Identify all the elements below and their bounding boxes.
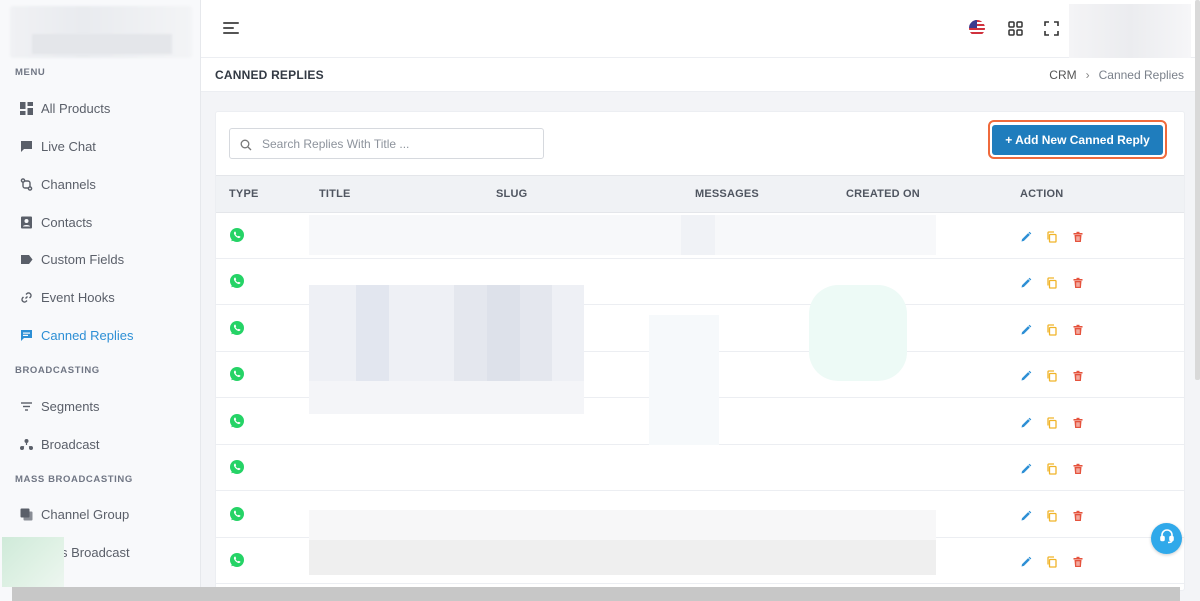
topbar — [201, 0, 1200, 58]
page-title: CANNED REPLIES — [215, 68, 324, 82]
sidebar-item-label: Channels — [41, 176, 96, 192]
delete-icon[interactable] — [1072, 509, 1084, 521]
search-input[interactable] — [262, 136, 522, 151]
section-label-mass-broadcasting: MASS BROADCASTING — [15, 474, 133, 485]
whatsapp-icon — [229, 506, 245, 522]
whatsapp-icon — [229, 459, 245, 475]
fullscreen-icon[interactable] — [1042, 19, 1060, 37]
delete-icon[interactable] — [1072, 369, 1084, 381]
duplicate-icon[interactable] — [1046, 323, 1058, 336]
sidebar-item-live-chat[interactable]: Live Chat — [19, 136, 96, 156]
help-support-button[interactable] — [1151, 523, 1182, 554]
sidebar-item-channel-group[interactable]: Channel Group — [19, 504, 129, 524]
whatsapp-icon — [229, 227, 245, 243]
channels-icon — [19, 177, 33, 191]
duplicate-icon[interactable] — [1046, 555, 1058, 568]
breadcrumb: CRM › Canned Replies — [1049, 68, 1184, 82]
breadcrumb-crm[interactable]: CRM — [1049, 68, 1076, 82]
user-avatar[interactable] — [1069, 4, 1191, 58]
edit-icon[interactable] — [1020, 276, 1032, 288]
redacted-cells — [309, 215, 936, 575]
grid-icon — [19, 101, 33, 115]
logo[interactable] — [10, 6, 192, 58]
sidebar-item-label: Channel Group — [41, 506, 130, 522]
duplicate-icon[interactable] — [1046, 509, 1058, 522]
filter-lines-icon — [19, 399, 33, 413]
avatar — [2, 537, 64, 587]
sidebar-item-label: Segments — [41, 398, 100, 414]
sidebar-item-label: Event Hooks — [41, 289, 115, 305]
link-icon — [19, 290, 33, 304]
column-header-created-on[interactable]: CREATED ON — [846, 188, 920, 200]
sidebar-item-label: Canned Replies — [41, 327, 134, 343]
edit-icon[interactable] — [1020, 462, 1032, 474]
whatsapp-icon — [229, 366, 245, 382]
add-canned-reply-button[interactable]: + Add New Canned Reply — [992, 125, 1163, 155]
edit-icon[interactable] — [1020, 555, 1032, 567]
canned-replies-card: + Add New Canned Reply TYPE TITLE SLUG M… — [215, 111, 1185, 591]
sidebar-item-event-hooks[interactable]: Event Hooks — [19, 287, 115, 307]
duplicate-icon[interactable] — [1046, 416, 1058, 429]
column-header-slug[interactable]: SLUG — [496, 188, 527, 200]
table-header: TYPE TITLE SLUG MESSAGES CREATED ON ACTI… — [216, 175, 1184, 213]
sidebar-item-label: Custom Fields — [41, 251, 125, 267]
delete-icon[interactable] — [1072, 230, 1084, 242]
contacts-book-icon — [19, 215, 33, 229]
edit-icon[interactable] — [1020, 416, 1032, 428]
column-header-type[interactable]: TYPE — [229, 188, 259, 200]
duplicate-icon[interactable] — [1046, 462, 1058, 475]
sidebar-item-mass-broadcast[interactable]: s Broadcast — [61, 542, 130, 562]
message-square-icon — [19, 328, 33, 342]
vertical-scrollbar[interactable] — [1195, 0, 1200, 380]
column-header-messages[interactable]: MESSAGES — [695, 188, 759, 200]
headset-icon — [1159, 528, 1175, 549]
delete-icon[interactable] — [1072, 462, 1084, 474]
search-box — [229, 128, 544, 159]
edit-icon[interactable] — [1020, 509, 1032, 521]
sidebar: MENU All Products Live Chat Channels Con… — [0, 0, 201, 601]
copy-icon — [19, 507, 33, 521]
delete-icon[interactable] — [1072, 416, 1084, 428]
search-icon — [240, 138, 252, 150]
tag-icon — [19, 252, 33, 266]
horizontal-scrollbar[interactable] — [12, 587, 1180, 601]
sidebar-item-custom-fields[interactable]: Custom Fields — [19, 249, 124, 269]
breadcrumb-current: Canned Replies — [1098, 68, 1184, 82]
sidebar-item-contacts[interactable]: Contacts — [19, 212, 92, 232]
whatsapp-icon — [229, 552, 245, 568]
whatsapp-icon — [229, 273, 245, 289]
sidebar-item-all-products[interactable]: All Products — [19, 98, 110, 118]
whatsapp-icon — [229, 320, 245, 336]
duplicate-icon[interactable] — [1046, 369, 1058, 382]
section-label-menu: MENU — [15, 67, 46, 78]
menu-toggle-button[interactable] — [223, 21, 241, 35]
edit-icon[interactable] — [1020, 323, 1032, 335]
sidebar-item-label: Contacts — [41, 214, 93, 230]
duplicate-icon[interactable] — [1046, 276, 1058, 289]
whatsapp-icon — [229, 413, 245, 429]
sidebar-item-label: All Products — [41, 100, 111, 116]
sidebar-item-label: Broadcast — [41, 436, 100, 452]
broadcast-icon — [19, 437, 33, 451]
delete-icon[interactable] — [1072, 323, 1084, 335]
sidebar-item-label: s Broadcast — [61, 544, 130, 560]
column-header-action: ACTION — [1020, 188, 1064, 200]
edit-icon[interactable] — [1020, 230, 1032, 242]
chat-bubble-icon — [19, 139, 33, 153]
sidebar-item-label: Live Chat — [41, 138, 96, 154]
sidebar-item-channels[interactable]: Channels — [19, 174, 96, 194]
sidebar-item-segments[interactable]: Segments — [19, 396, 100, 416]
us-flag-icon[interactable] — [968, 19, 986, 37]
sidebar-item-canned-replies[interactable]: Canned Replies — [19, 325, 134, 345]
duplicate-icon[interactable] — [1046, 230, 1058, 243]
apps-grid-icon[interactable] — [1006, 19, 1024, 37]
breadcrumb-separator-icon: › — [1085, 68, 1090, 82]
section-label-broadcasting: BROADCASTING — [15, 365, 100, 376]
delete-icon[interactable] — [1072, 555, 1084, 567]
column-header-title[interactable]: TITLE — [319, 188, 351, 200]
delete-icon[interactable] — [1072, 276, 1084, 288]
edit-icon[interactable] — [1020, 369, 1032, 381]
page-header: CANNED REPLIES CRM › Canned Replies — [201, 58, 1200, 92]
sidebar-item-broadcast[interactable]: Broadcast — [19, 434, 100, 454]
